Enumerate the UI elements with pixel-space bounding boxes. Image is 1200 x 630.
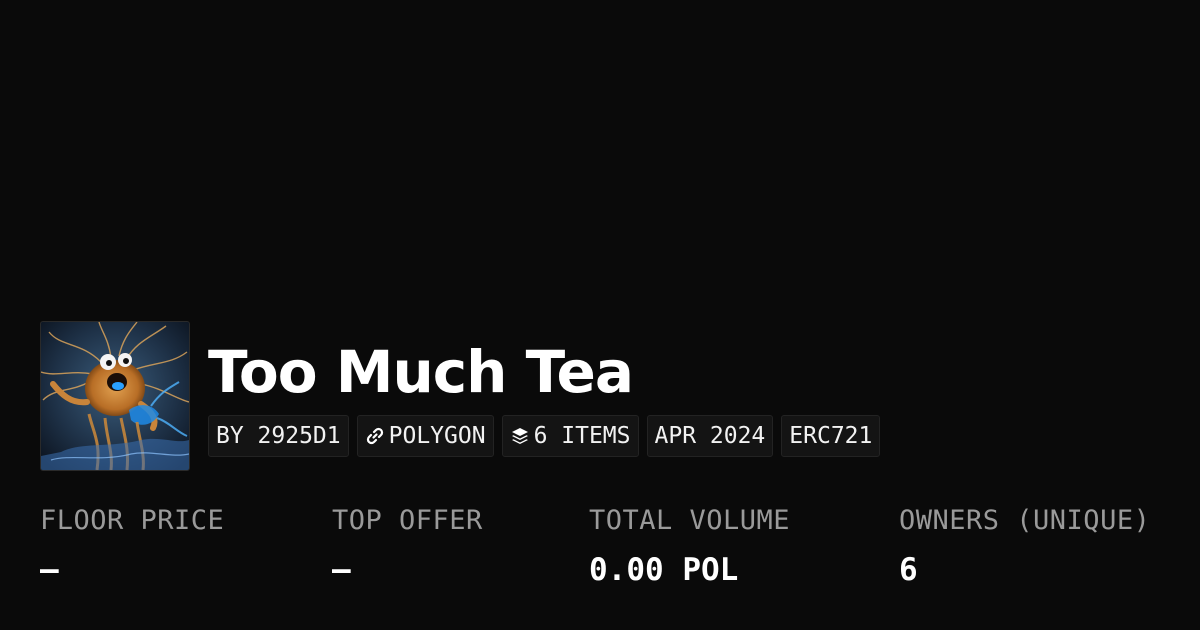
collection-header: Too Much Tea BY 2925D1 POLYGON 6 ITEMS A… xyxy=(40,321,881,471)
collection-thumbnail xyxy=(40,321,190,471)
top-offer-label: TOP OFFER xyxy=(332,505,483,536)
top-offer-stat: TOP OFFER – xyxy=(332,502,483,590)
standard-label: ERC721 xyxy=(789,423,873,449)
date-tag: APR 2024 xyxy=(646,415,774,457)
total-volume-stat: TOTAL VOLUME 0.00 POL xyxy=(589,502,790,590)
standard-tag: ERC721 xyxy=(781,415,881,457)
collection-tags: BY 2925D1 POLYGON 6 ITEMS APR 2024 ERC72… xyxy=(208,415,881,457)
owners-value: 6 xyxy=(899,552,918,588)
floor-price-label: FLOOR PRICE xyxy=(40,505,225,536)
owners-stat: OWNERS (UNIQUE) 6 xyxy=(899,502,1150,590)
total-volume-value: 0.00 POL xyxy=(589,552,739,588)
owners-label: OWNERS (UNIQUE) xyxy=(899,505,1151,536)
floor-price-stat: FLOOR PRICE – xyxy=(40,502,224,590)
creator-label: BY 2925D1 xyxy=(216,423,341,449)
chain-tag[interactable]: POLYGON xyxy=(356,415,494,457)
floor-price-value: – xyxy=(40,552,59,588)
items-label: 6 ITEMS xyxy=(533,423,631,449)
total-volume-label: TOTAL VOLUME xyxy=(589,505,791,536)
collection-title: Too Much Tea xyxy=(208,338,634,406)
items-tag[interactable]: 6 ITEMS xyxy=(501,415,639,457)
layers-icon xyxy=(510,426,530,446)
top-offer-value: – xyxy=(332,552,351,588)
creator-tag[interactable]: BY 2925D1 xyxy=(208,415,349,457)
chain-label: POLYGON xyxy=(388,423,486,449)
date-label: APR 2024 xyxy=(654,423,766,449)
chain-link-icon xyxy=(365,426,385,446)
